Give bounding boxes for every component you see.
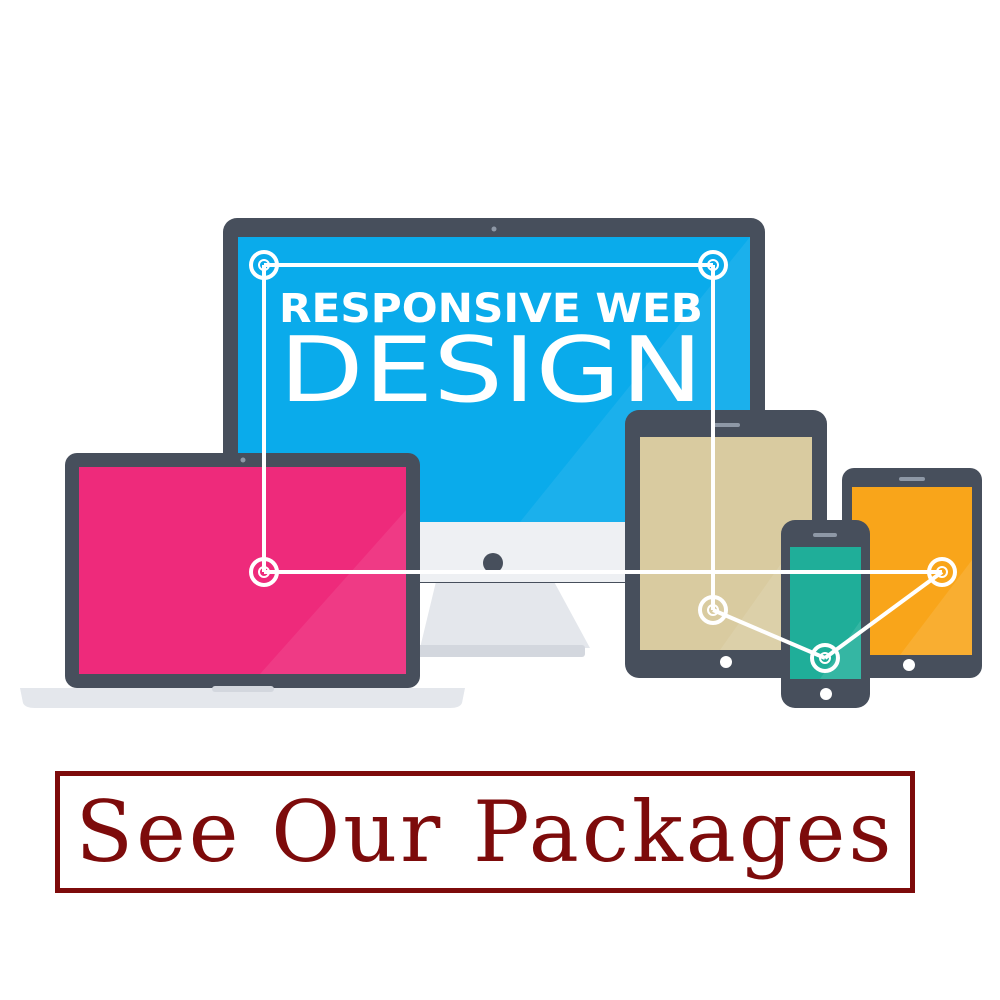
headline-line-2: DESIGN [279, 318, 703, 423]
responsive-devices-illustration: RESPONSIVE WEB DESIGN [20, 218, 982, 708]
see-packages-button[interactable]: See Our Packages [55, 771, 915, 893]
page: RESPONSIVE WEB DESIGN See Our Packages [0, 0, 1000, 1000]
laptop-icon [20, 453, 465, 708]
see-packages-label: See Our Packages [75, 783, 895, 881]
phone-icon [781, 520, 870, 708]
